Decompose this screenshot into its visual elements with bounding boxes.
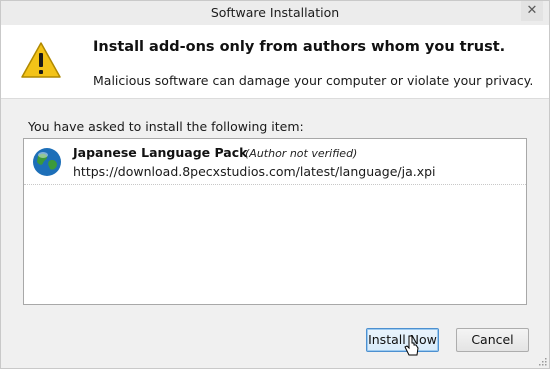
item-name: Japanese Language Pack <box>73 145 248 160</box>
mouse-pointer-icon <box>404 335 419 356</box>
item-url: https://download.8pecxstudios.com/latest… <box>73 164 436 179</box>
window-title: Software Installation <box>210 5 340 20</box>
close-button[interactable]: ✕ <box>521 1 543 21</box>
title-bar[interactable]: Software Installation ✕ <box>1 1 549 25</box>
warning-headline: Install add-ons only from authors whom y… <box>93 39 506 55</box>
author-status-note: (Author not verified) <box>245 147 358 160</box>
resize-grip-icon[interactable] <box>537 356 547 366</box>
list-item[interactable]: Japanese Language Pack (Author not verif… <box>24 139 526 185</box>
warning-header: Install add-ons only from authors whom y… <box>1 25 549 99</box>
install-now-button[interactable]: Install Now <box>366 328 439 352</box>
install-items-list[interactable]: Japanese Language Pack (Author not verif… <box>23 138 527 305</box>
warning-triangle-icon <box>21 42 61 78</box>
cancel-button[interactable]: Cancel <box>456 328 529 352</box>
install-prompt: You have asked to install the following … <box>28 119 304 134</box>
software-installation-dialog: Software Installation ✕ Install add-ons … <box>0 0 550 369</box>
globe-icon <box>33 148 61 176</box>
warning-subline: Malicious software can damage your compu… <box>93 73 534 88</box>
